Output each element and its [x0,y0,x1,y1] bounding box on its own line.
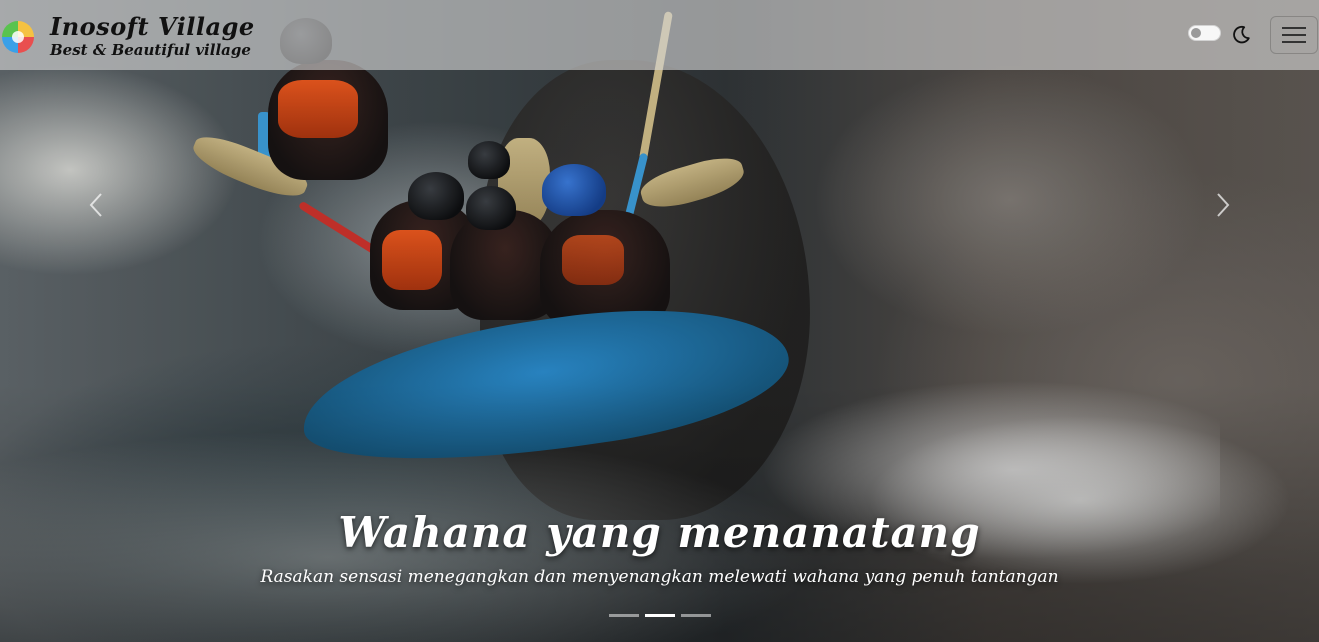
caption-text: Rasakan sensasi menegangkan dan menyenan… [260,567,1059,587]
carousel-caption: Wahana yang menanatang Rasakan sensasi m… [0,505,1319,589]
brand-subtitle: Best & Beautiful village [50,41,251,59]
menu-toggle-button[interactable] [1270,16,1318,54]
hamburger-menu-icon [1282,27,1306,43]
brand-text: Inosoft Village Best & Beautiful village [50,14,255,60]
carousel-indicator-3[interactable] [681,614,711,617]
caption-title: Wahana yang menanatang [338,508,981,557]
moon-icon[interactable] [1230,24,1252,46]
carousel-indicator-1[interactable] [609,614,639,617]
carousel-indicator-2[interactable] [645,614,675,617]
toggle-knob [1191,28,1201,38]
carousel-next-button[interactable] [1203,180,1243,230]
navbar: Inosoft Village Best & Beautiful village [0,0,1319,70]
chevron-right-icon [1217,193,1230,217]
carousel-prev-button[interactable] [76,180,116,230]
brand-title: Inosoft Village [50,12,255,41]
chevron-left-icon [89,193,102,217]
colorful-circle-logo [2,21,34,53]
theme-toggle-switch[interactable] [1188,25,1221,41]
carousel-indicators [609,614,711,617]
brand-link[interactable]: Inosoft Village Best & Beautiful village [0,10,255,64]
